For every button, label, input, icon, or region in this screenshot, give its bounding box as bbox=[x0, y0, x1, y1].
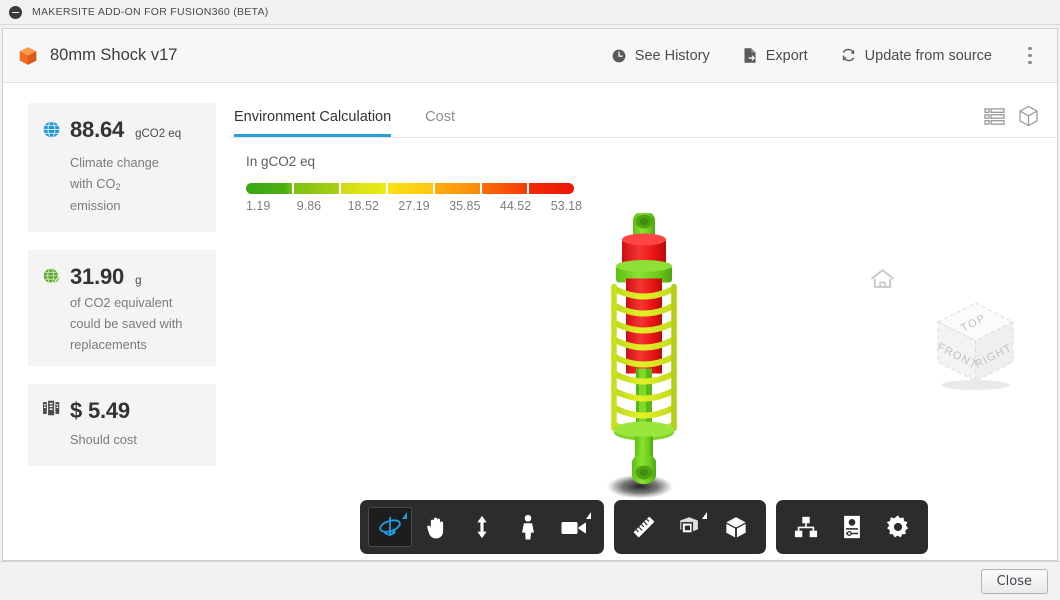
panel-tools-group bbox=[776, 500, 928, 554]
application-window: MAKERSITE ADD-ON FOR FUSION360 (BETA) 80… bbox=[0, 0, 1060, 600]
model-viewport[interactable]: TOP FRONT RIGHT bbox=[230, 213, 1057, 560]
properties-panel-icon bbox=[841, 514, 863, 540]
clock-icon bbox=[611, 48, 627, 64]
metric-value: 31.90 bbox=[70, 264, 124, 290]
kebab-dot bbox=[1028, 61, 1032, 65]
pan-tool-button[interactable] bbox=[414, 507, 458, 547]
view-mode-icons bbox=[984, 105, 1039, 137]
see-history-label: See History bbox=[635, 48, 710, 64]
metric-unit: g bbox=[135, 275, 141, 287]
window-titlebar: MAKERSITE ADD-ON FOR FUSION360 (BETA) bbox=[0, 0, 1060, 25]
settings-button[interactable] bbox=[876, 507, 920, 547]
update-from-source-button[interactable]: Update from source bbox=[831, 41, 1001, 70]
minimize-circle-icon[interactable] bbox=[9, 6, 22, 19]
view-cube-widget[interactable]: TOP FRONT RIGHT bbox=[923, 291, 1028, 401]
overflow-menu-button[interactable] bbox=[1019, 43, 1041, 69]
shock-absorber-3d-model[interactable] bbox=[584, 213, 704, 513]
display-settings-button[interactable] bbox=[668, 507, 712, 547]
display-tools-group bbox=[614, 500, 766, 554]
window-frame: 80mm Shock v17 See History bbox=[2, 28, 1058, 561]
metric-card-cost[interactable]: $ 5.49 Should cost bbox=[28, 384, 216, 466]
orange-cube-icon bbox=[17, 45, 39, 67]
impact-legend: In gCO2 eq 1.19 9.86 18.52 27.19 35.85 4… bbox=[230, 138, 1057, 213]
cube-view-icon[interactable] bbox=[1018, 105, 1039, 132]
orbit-icon bbox=[377, 514, 403, 540]
legend-tick: 1.19 bbox=[246, 199, 297, 213]
metric-card-header: 88.64 gCO2 eq bbox=[42, 117, 202, 143]
display-settings-icon bbox=[677, 514, 703, 540]
zoom-tool-button[interactable] bbox=[460, 507, 504, 547]
metric-description: of CO2 equivalent could be saved with re… bbox=[70, 293, 202, 355]
tab-environment-calculation[interactable]: Environment Calculation bbox=[234, 109, 391, 137]
navigation-toolbar bbox=[360, 500, 928, 554]
metric-card-header: 31.90 g bbox=[42, 264, 202, 290]
window-body: 88.64 gCO2 eq Climate change with CO2 em… bbox=[3, 83, 1057, 560]
kebab-dot bbox=[1028, 47, 1032, 51]
orbit-dropdown-caret[interactable] bbox=[402, 512, 407, 519]
legend-tick: 53.18 bbox=[551, 199, 582, 213]
legend-tick: 18.52 bbox=[348, 199, 399, 213]
desc-line-1: Climate change bbox=[70, 155, 159, 170]
export-label: Export bbox=[766, 48, 808, 64]
legend-tick: 9.86 bbox=[297, 199, 348, 213]
globe-icon bbox=[42, 120, 61, 139]
metric-card-climate[interactable]: 88.64 gCO2 eq Climate change with CO2 em… bbox=[28, 103, 216, 232]
visual-style-button[interactable] bbox=[714, 507, 758, 547]
hand-icon bbox=[424, 515, 448, 540]
legend-tick: 27.19 bbox=[398, 199, 449, 213]
person-icon bbox=[518, 514, 538, 540]
properties-panel-button[interactable] bbox=[830, 507, 874, 547]
shaded-cube-icon bbox=[723, 514, 749, 540]
tab-bar: Environment Calculation Cost bbox=[230, 83, 1057, 138]
video-camera-icon bbox=[560, 517, 588, 537]
update-from-source-label: Update from source bbox=[865, 48, 992, 64]
export-button[interactable]: Export bbox=[733, 41, 817, 70]
orbit-tool-button[interactable] bbox=[368, 507, 412, 547]
legend-title: In gCO2 eq bbox=[246, 154, 1057, 169]
document-title: 80mm Shock v17 bbox=[50, 46, 177, 65]
metric-unit: gCO2 eq bbox=[135, 128, 181, 140]
export-document-icon bbox=[742, 47, 758, 64]
leaf-globe-icon bbox=[42, 267, 61, 286]
list-view-icon[interactable] bbox=[984, 107, 1005, 131]
zoom-arrows-icon bbox=[471, 514, 493, 540]
measure-tool-button[interactable] bbox=[622, 507, 666, 547]
see-history-button[interactable]: See History bbox=[602, 42, 719, 70]
display-settings-caret[interactable] bbox=[702, 512, 707, 519]
main-panel: Environment Calculation Cost bbox=[230, 83, 1057, 560]
metric-value: $ 5.49 bbox=[70, 398, 130, 424]
window-title: MAKERSITE ADD-ON FOR FUSION360 (BETA) bbox=[32, 6, 269, 18]
desc-subscript: 2 bbox=[116, 182, 121, 192]
metric-description: Climate change with CO2 emission bbox=[70, 152, 182, 216]
refresh-sync-icon bbox=[840, 47, 857, 64]
walk-tool-button[interactable] bbox=[506, 507, 550, 547]
legend-tick: 35.85 bbox=[449, 199, 500, 213]
dialog-footer: Close bbox=[0, 561, 1060, 600]
camera-dropdown-caret[interactable] bbox=[586, 512, 591, 519]
gear-icon bbox=[885, 514, 911, 540]
metric-card-header: $ 5.49 bbox=[42, 398, 202, 424]
metrics-sidebar: 88.64 gCO2 eq Climate change with CO2 em… bbox=[3, 83, 230, 560]
cost-ledger-icon bbox=[42, 400, 61, 419]
legend-tick-labels: 1.19 9.86 18.52 27.19 35.85 44.52 53.18 bbox=[246, 199, 582, 213]
ruler-icon bbox=[631, 514, 657, 540]
metric-card-savings[interactable]: 31.90 g of CO2 equivalent could be saved… bbox=[28, 250, 216, 365]
navigation-tools-group bbox=[360, 500, 604, 554]
home-icon[interactable] bbox=[870, 268, 895, 295]
impact-gradient-bar bbox=[246, 183, 574, 194]
metric-description: Should cost bbox=[70, 429, 182, 450]
desc-line-3: emission bbox=[70, 198, 121, 213]
legend-tick: 44.52 bbox=[500, 199, 551, 213]
tab-cost[interactable]: Cost bbox=[425, 109, 455, 137]
app-header: 80mm Shock v17 See History bbox=[3, 29, 1057, 83]
close-button[interactable]: Close bbox=[981, 569, 1048, 594]
hierarchy-icon bbox=[793, 515, 819, 539]
metric-value: 88.64 bbox=[70, 117, 124, 143]
desc-line-2: with CO bbox=[70, 176, 116, 191]
kebab-dot bbox=[1028, 54, 1032, 58]
camera-tool-button[interactable] bbox=[552, 507, 596, 547]
browser-tree-button[interactable] bbox=[784, 507, 828, 547]
